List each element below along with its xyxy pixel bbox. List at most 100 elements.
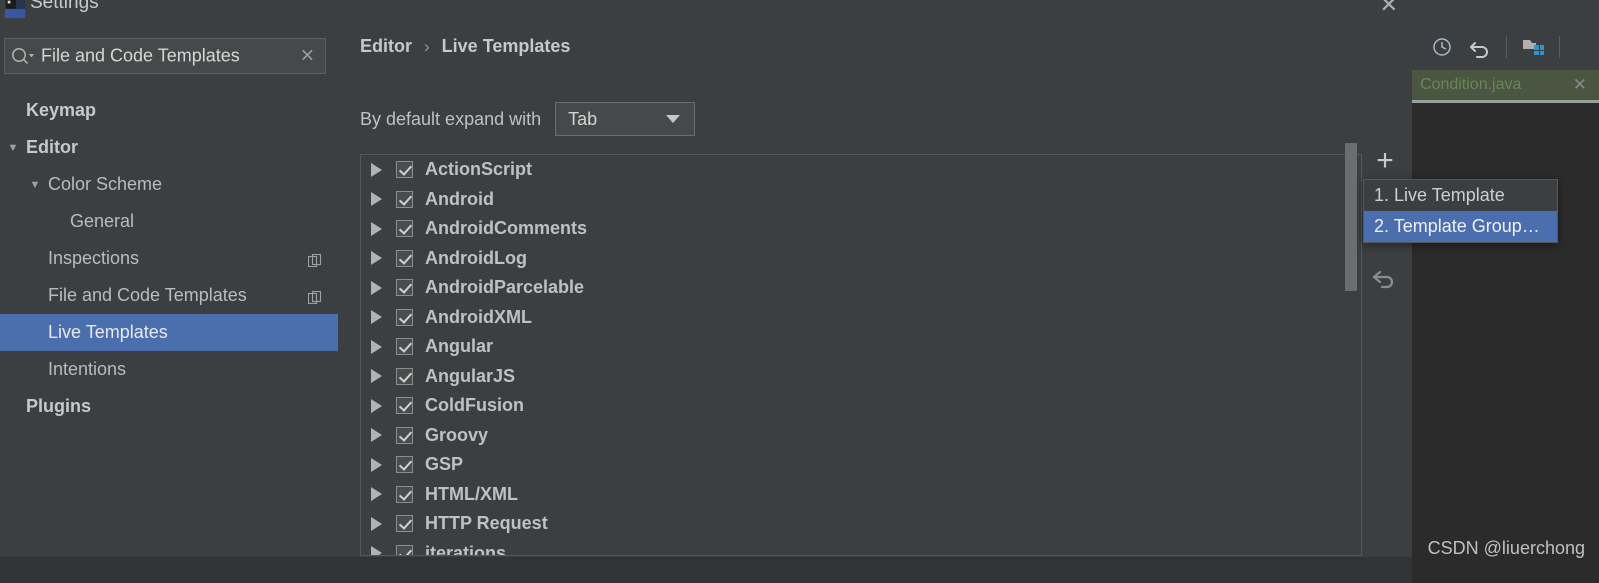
- sidebar-item-label: Keymap: [26, 100, 97, 120]
- editor-tab-close-icon[interactable]: ✕: [1573, 75, 1587, 95]
- template-group-row[interactable]: AngularJS: [361, 362, 1361, 392]
- popup-menu-item-label: 2. Template Group…: [1374, 216, 1540, 236]
- toolbar-divider: [1506, 36, 1507, 58]
- expand-triangle-icon[interactable]: [371, 280, 382, 295]
- twisty-placeholder-icon: [28, 289, 42, 303]
- template-group-checkbox[interactable]: [396, 426, 413, 444]
- add-template-popup-menu[interactable]: 1. Live Template 2. Template Group…: [1363, 179, 1558, 243]
- expand-triangle-icon[interactable]: [371, 546, 382, 555]
- expand-triangle-icon[interactable]: [371, 339, 382, 354]
- sidebar-item-editor[interactable]: ▼ Editor: [0, 129, 338, 166]
- template-group-checkbox[interactable]: [396, 190, 413, 208]
- template-group-checkbox[interactable]: [396, 397, 413, 415]
- expand-triangle-icon[interactable]: [371, 428, 382, 443]
- twisty-expanded-icon[interactable]: ▼: [28, 178, 42, 192]
- settings-sidebar: File and Code Templates ✕ Keymap ▼ Editor ▼…: [0, 22, 338, 557]
- expand-triangle-icon[interactable]: [371, 221, 382, 236]
- copy-settings-icon[interactable]: [307, 289, 322, 304]
- project-structure-icon[interactable]: [1521, 35, 1545, 59]
- expand-triangle-icon[interactable]: [371, 457, 382, 472]
- search-input-value[interactable]: File and Code Templates: [41, 46, 240, 67]
- sidebar-item-intentions[interactable]: Intentions: [0, 351, 338, 388]
- expand-triangle-icon[interactable]: [371, 487, 382, 502]
- template-group-label: AngularJS: [425, 365, 516, 386]
- template-group-row[interactable]: ActionScript: [361, 155, 1361, 185]
- template-group-row[interactable]: AndroidComments: [361, 214, 1361, 244]
- sidebar-item-label: Intentions: [48, 359, 127, 379]
- twisty-expanded-icon[interactable]: ▼: [6, 141, 20, 155]
- template-group-label: ActionScript: [425, 159, 533, 180]
- template-group-checkbox[interactable]: [396, 308, 413, 326]
- plus-icon: +: [1376, 144, 1394, 177]
- template-group-checkbox[interactable]: [396, 515, 413, 533]
- recent-history-icon[interactable]: [1430, 35, 1454, 59]
- template-group-label: Groovy: [425, 424, 489, 445]
- settings-dialog-footer: [0, 557, 1412, 583]
- editor-tab-condition-java[interactable]: Condition.java ✕: [1412, 70, 1599, 100]
- settings-dialog-title: Settings: [30, 0, 99, 13]
- expand-with-value: Tab: [568, 108, 598, 129]
- undo-icon[interactable]: [1468, 35, 1492, 59]
- expand-triangle-icon[interactable]: [371, 369, 382, 384]
- template-group-checkbox[interactable]: [396, 485, 413, 503]
- expand-triangle-icon[interactable]: [371, 192, 382, 207]
- sidebar-item-plugins[interactable]: Plugins: [0, 388, 338, 425]
- expand-triangle-icon[interactable]: [371, 162, 382, 177]
- settings-dialog: Settings ✕ File and Code Templates ✕ Key…: [0, 0, 1412, 583]
- expand-triangle-icon[interactable]: [371, 398, 382, 413]
- template-group-checkbox[interactable]: [396, 544, 413, 555]
- template-group-row[interactable]: AndroidLog: [361, 244, 1361, 274]
- template-group-row[interactable]: Android: [361, 185, 1361, 215]
- template-group-label: Android: [425, 188, 494, 209]
- add-template-button[interactable]: +: [1362, 140, 1408, 182]
- sidebar-item-general[interactable]: General: [0, 203, 338, 240]
- toolbar-divider-2: [1559, 36, 1560, 58]
- expand-with-dropdown[interactable]: Tab: [555, 102, 696, 136]
- template-group-row[interactable]: HTTP Request: [361, 509, 1361, 539]
- template-groups-list[interactable]: ActionScript Android AndroidComments Androi…: [360, 154, 1362, 556]
- chevron-down-icon[interactable]: [666, 115, 681, 123]
- template-group-checkbox[interactable]: [396, 279, 413, 297]
- expand-triangle-icon[interactable]: [371, 251, 382, 266]
- template-group-row[interactable]: iterations: [361, 539, 1361, 555]
- template-group-checkbox[interactable]: [396, 367, 413, 385]
- revert-template-button[interactable]: [1366, 262, 1402, 294]
- popup-menu-item[interactable]: 1. Live Template: [1364, 180, 1557, 211]
- template-group-checkbox[interactable]: [396, 456, 413, 474]
- template-group-row[interactable]: AndroidXML: [361, 303, 1361, 333]
- expand-triangle-icon[interactable]: [371, 310, 382, 325]
- screen-root: Condition.java ✕ Settings ✕ File and Cod…: [0, 0, 1599, 583]
- template-group-row[interactable]: AndroidParcelable: [361, 273, 1361, 303]
- template-group-label: AndroidXML: [425, 306, 532, 327]
- search-icon[interactable]: [10, 46, 34, 66]
- sidebar-item-file-and-code-templates[interactable]: File and Code Templates: [0, 277, 338, 314]
- sidebar-item-live-templates[interactable]: Live Templates: [0, 314, 338, 351]
- template-group-checkbox[interactable]: [396, 220, 413, 238]
- twisty-placeholder-icon: [50, 215, 64, 229]
- search-clear-icon[interactable]: ✕: [300, 46, 315, 67]
- template-group-row[interactable]: ColdFusion: [361, 391, 1361, 421]
- template-group-row[interactable]: HTML/XML: [361, 480, 1361, 510]
- template-group-row[interactable]: GSP: [361, 450, 1361, 480]
- popup-menu-item[interactable]: 2. Template Group…: [1364, 211, 1557, 242]
- template-group-label: HTTP Request: [425, 513, 548, 534]
- twisty-placeholder-icon: [28, 326, 42, 340]
- template-group-checkbox[interactable]: [396, 338, 413, 356]
- settings-close-icon[interactable]: ✕: [1380, 0, 1398, 16]
- template-group-checkbox[interactable]: [396, 161, 413, 179]
- sidebar-item-inspections[interactable]: Inspections: [0, 240, 338, 277]
- template-group-row[interactable]: Groovy: [361, 421, 1361, 451]
- copy-settings-icon[interactable]: [307, 252, 322, 267]
- template-group-row[interactable]: Angular: [361, 332, 1361, 362]
- breadcrumb-parent[interactable]: Editor: [360, 36, 412, 57]
- template-group-checkbox[interactable]: [396, 249, 413, 267]
- sidebar-item-color-scheme[interactable]: ▼ Color Scheme: [0, 166, 338, 203]
- expand-triangle-icon[interactable]: [371, 516, 382, 531]
- sidebar-item-keymap[interactable]: Keymap: [0, 92, 338, 129]
- template-list-scrollbar-thumb[interactable]: [1345, 143, 1357, 291]
- settings-search-field[interactable]: File and Code Templates ✕: [4, 38, 326, 74]
- sidebar-item-label: Editor: [26, 137, 78, 157]
- breadcrumb-current: Live Templates: [441, 36, 571, 56]
- sidebar-item-label: File and Code Templates: [48, 285, 247, 305]
- template-group-label: AndroidLog: [425, 247, 527, 268]
